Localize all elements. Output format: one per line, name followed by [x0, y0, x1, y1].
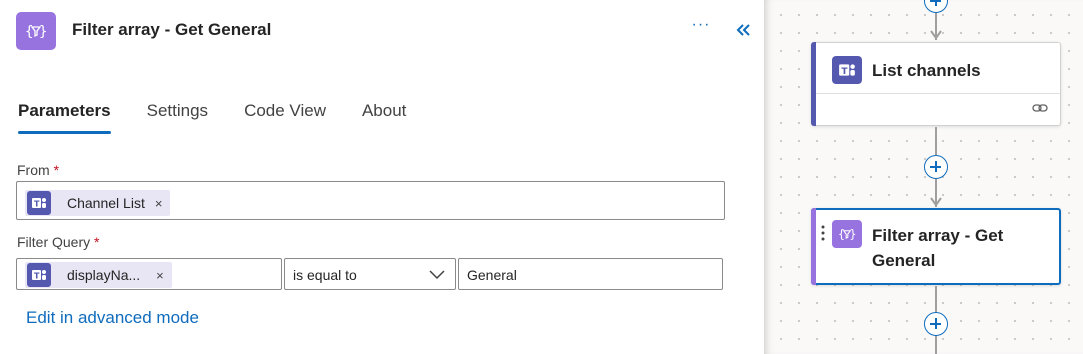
channel-list-token[interactable]: T Channel List × [25, 190, 171, 216]
svg-text:T: T [841, 67, 848, 77]
filter-array-icon: { } [832, 220, 862, 248]
arrow-down-icon [930, 30, 942, 40]
svg-text:}: } [849, 227, 856, 241]
tab-parameters[interactable]: Parameters [18, 100, 111, 134]
card-title-line-2: General [872, 251, 936, 270]
filter-query-label-text: Filter Query [17, 234, 91, 250]
token-label: displayNa... [67, 267, 141, 283]
arrow-down-icon [930, 197, 942, 207]
insert-step-button[interactable] [924, 0, 948, 13]
token-label: Channel List [67, 195, 145, 211]
card-title-line-1: Filter array - Get [872, 226, 1004, 245]
teams-icon: T [27, 191, 51, 215]
operator-select[interactable]: is equal to [284, 258, 456, 290]
filter-right-operand-input[interactable]: General [458, 258, 723, 290]
tab-code-view[interactable]: Code View [244, 100, 326, 134]
filter-left-operand-input[interactable]: T displayNa... × [16, 258, 282, 290]
link-icon[interactable] [1032, 102, 1048, 114]
remove-token-icon[interactable]: × [155, 196, 163, 211]
collapse-panel-button[interactable] [732, 19, 754, 41]
insert-step-button[interactable] [924, 155, 948, 179]
remove-token-icon[interactable]: × [156, 268, 164, 283]
svg-text:T: T [34, 200, 40, 209]
required-mark: * [53, 162, 60, 178]
list-channels-card[interactable]: T List channels [811, 42, 1061, 126]
from-label: From * [17, 162, 59, 178]
drag-handle-icon[interactable] [821, 225, 825, 241]
chevron-down-icon [429, 270, 445, 280]
required-mark: * [94, 234, 100, 250]
designer-canvas[interactable]: T List channels { } Filter array - Get G… [764, 0, 1083, 354]
double-chevron-left-icon [736, 24, 750, 36]
svg-text:T: T [34, 272, 40, 281]
edit-advanced-mode-link[interactable]: Edit in advanced mode [26, 308, 199, 328]
filter-array-card[interactable]: { } Filter array - Get General [811, 208, 1061, 285]
teams-icon: T [27, 263, 51, 287]
svg-text:{: { [838, 227, 845, 241]
teams-icon: T [832, 56, 862, 84]
card-accent-bar [811, 42, 816, 126]
filter-value-text: General [467, 267, 517, 283]
from-input[interactable]: T Channel List × [16, 181, 725, 220]
card-divider [816, 93, 1060, 94]
card-accent-bar [811, 208, 816, 285]
tab-settings[interactable]: Settings [147, 100, 208, 134]
tab-about[interactable]: About [362, 100, 406, 134]
panel-title: Filter array - Get General [72, 20, 272, 39]
operator-value: is equal to [293, 267, 357, 283]
more-options-button[interactable]: ··· [690, 17, 712, 40]
display-name-token[interactable]: T displayNa... × [25, 262, 172, 288]
insert-step-button[interactable] [924, 312, 948, 336]
filter-query-label: Filter Query * [17, 234, 99, 250]
filter-array-icon: { } [16, 12, 56, 50]
card-title: List channels [872, 61, 981, 80]
from-label-text: From [17, 162, 50, 178]
card-title: Filter array - Get General [872, 223, 1003, 273]
action-config-panel: { } Filter array - Get General ··· Param… [0, 0, 764, 354]
panel-tabs: Parameters Settings Code View About [18, 100, 442, 134]
